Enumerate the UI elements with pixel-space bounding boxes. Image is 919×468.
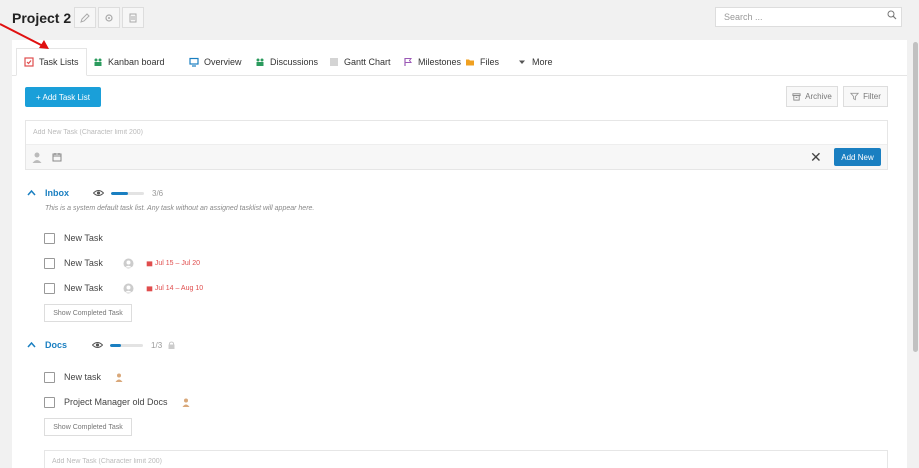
archive-label: Archive	[805, 92, 832, 101]
project-settings-button[interactable]	[98, 7, 120, 28]
filter-icon	[850, 92, 860, 101]
due-date-text: Jul 14 – Aug 10	[154, 284, 204, 292]
calendar-icon[interactable]	[52, 152, 62, 162]
calendar-icon	[146, 285, 153, 291]
gear-icon	[105, 13, 113, 22]
task-row: New Task Jul 14 – Aug 10	[44, 281, 203, 295]
monitor-icon	[189, 57, 199, 67]
user-icon	[115, 373, 123, 382]
task-checkbox[interactable]	[44, 371, 55, 383]
task-title[interactable]: New task	[64, 372, 101, 382]
task-row: Project Manager old Docs	[44, 395, 190, 409]
tab-label: Kanban board	[108, 57, 165, 67]
tasklist-description: This is a system default task list. Any …	[45, 205, 315, 212]
due-date: Jul 15 – Jul 20	[146, 260, 200, 267]
user-icon	[182, 398, 190, 407]
tasklist-header-inbox: Inbox 3/6	[27, 186, 163, 200]
tasklist-title[interactable]: Inbox	[45, 188, 69, 198]
search-input[interactable]	[715, 7, 902, 27]
lock-icon[interactable]	[168, 341, 175, 349]
progress-bar	[111, 191, 144, 195]
eye-icon[interactable]	[93, 189, 104, 197]
scrollbar-thumb[interactable]	[913, 42, 918, 352]
archive-button[interactable]: Archive	[786, 86, 838, 107]
progress-text: 1/3	[151, 340, 163, 350]
new-task-input[interactable]	[26, 121, 887, 145]
tab-more[interactable]: More	[510, 48, 560, 76]
task-title[interactable]: New Task	[64, 283, 103, 293]
main-panel: Task Lists Kanban board Overview Discuss…	[12, 40, 907, 468]
filter-button[interactable]: Filter	[843, 86, 888, 107]
progress-bar	[110, 343, 144, 347]
tab-label: Milestones	[418, 57, 462, 67]
tab-kanban-board[interactable]: Kanban board	[86, 48, 172, 76]
tab-gantt-chart[interactable]: Gantt Chart	[322, 48, 398, 76]
avatar-icon	[123, 283, 134, 293]
task-checkbox[interactable]	[44, 257, 55, 269]
top-bar: Project 2	[0, 0, 919, 40]
discussion-icon	[256, 58, 264, 66]
edit-project-button[interactable]	[74, 7, 96, 28]
task-title[interactable]: Project Manager old Docs	[64, 397, 168, 407]
progress-fill	[110, 343, 121, 347]
eye-icon[interactable]	[92, 341, 104, 349]
avatar-icon	[123, 258, 134, 268]
progress-text: 3/6	[152, 188, 164, 198]
collapse-caret-icon[interactable]	[27, 188, 39, 199]
collapse-caret-icon[interactable]	[27, 340, 39, 351]
project-info-button[interactable]	[122, 7, 144, 28]
archive-icon	[792, 93, 801, 101]
task-row: New Task	[44, 231, 103, 245]
task-title[interactable]: New Task	[64, 258, 103, 268]
tab-discussions[interactable]: Discussions	[248, 48, 325, 76]
annotation-arrow	[0, 23, 49, 49]
add-task-list-button[interactable]: + Add Task List	[25, 87, 101, 107]
kanban-icon	[94, 58, 102, 66]
gantt-icon	[330, 58, 338, 66]
pencil-icon	[80, 12, 90, 23]
tab-label: More	[532, 57, 553, 67]
task-checkbox[interactable]	[44, 396, 55, 408]
tab-label: Gantt Chart	[344, 57, 391, 67]
task-checkbox[interactable]	[44, 282, 55, 294]
due-date: Jul 14 – Aug 10	[146, 285, 203, 292]
tab-overview[interactable]: Overview	[182, 48, 249, 76]
add-new-button[interactable]: Add New	[834, 148, 881, 166]
folder-icon	[466, 59, 474, 66]
search-icon[interactable]	[887, 10, 897, 20]
flag-icon	[404, 58, 412, 66]
document-icon	[129, 13, 137, 22]
new-task-input-docs[interactable]	[44, 450, 888, 468]
close-icon[interactable]: ✕	[810, 150, 822, 164]
task-title[interactable]: New Task	[64, 233, 103, 243]
tab-label: Discussions	[270, 57, 319, 67]
user-icon[interactable]	[32, 152, 42, 163]
tasklist-title[interactable]: Docs	[45, 340, 67, 350]
filter-label: Filter	[863, 92, 881, 101]
new-task-tools: ✕ Add New	[26, 145, 887, 169]
tab-label: Overview	[204, 57, 242, 67]
task-row: New task	[44, 370, 123, 384]
show-completed-button[interactable]: Show Completed Task	[44, 304, 132, 322]
tasklist-header-docs: Docs 1/3	[27, 338, 175, 352]
task-row: New Task Jul 15 – Jul 20	[44, 256, 200, 270]
tab-label: Files	[480, 57, 500, 67]
show-completed-button[interactable]: Show Completed Task	[44, 418, 132, 436]
calendar-icon	[146, 260, 153, 266]
page-scrollbar[interactable]	[912, 40, 919, 468]
task-checkbox[interactable]	[44, 232, 55, 244]
progress-fill	[111, 191, 128, 195]
new-task-form: ✕ Add New	[25, 120, 888, 170]
tab-bar: Task Lists Kanban board Overview Discuss…	[12, 40, 907, 76]
due-date-text: Jul 15 – Jul 20	[154, 259, 201, 267]
caret-down-icon	[519, 60, 525, 64]
tab-files[interactable]: Files	[458, 48, 506, 76]
